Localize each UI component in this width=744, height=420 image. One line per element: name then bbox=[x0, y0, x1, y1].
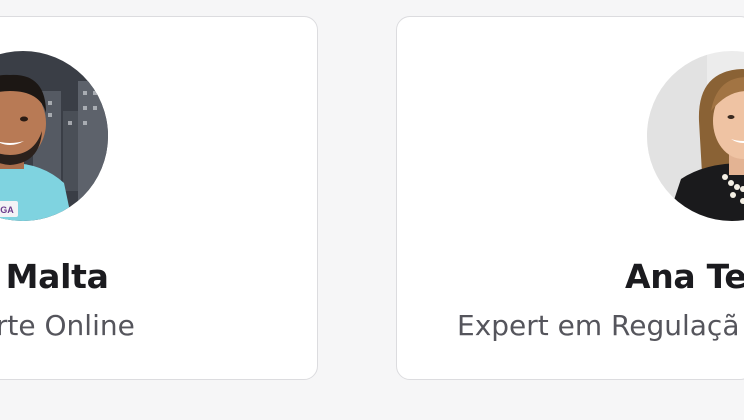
speaker-role: Sorte Online bbox=[0, 309, 135, 342]
speaker-name: Ana Tei bbox=[625, 257, 744, 296]
speaker-cards-row: JOGA io Malta Sorte Online bbox=[0, 0, 744, 420]
shirt-logo-text: JOGA bbox=[0, 205, 14, 215]
speaker-avatar: JOGA bbox=[0, 51, 108, 221]
speaker-name: io Malta bbox=[0, 257, 109, 296]
speaker-role: Expert em Regulaçã bbox=[457, 309, 740, 342]
avatar-photo-woman bbox=[647, 51, 744, 221]
speaker-avatar bbox=[647, 51, 744, 221]
speaker-card[interactable]: Ana Tei Expert em Regulaçã bbox=[396, 16, 744, 380]
avatar-photo-man: JOGA bbox=[0, 51, 108, 221]
speaker-card[interactable]: JOGA io Malta Sorte Online bbox=[0, 16, 318, 380]
